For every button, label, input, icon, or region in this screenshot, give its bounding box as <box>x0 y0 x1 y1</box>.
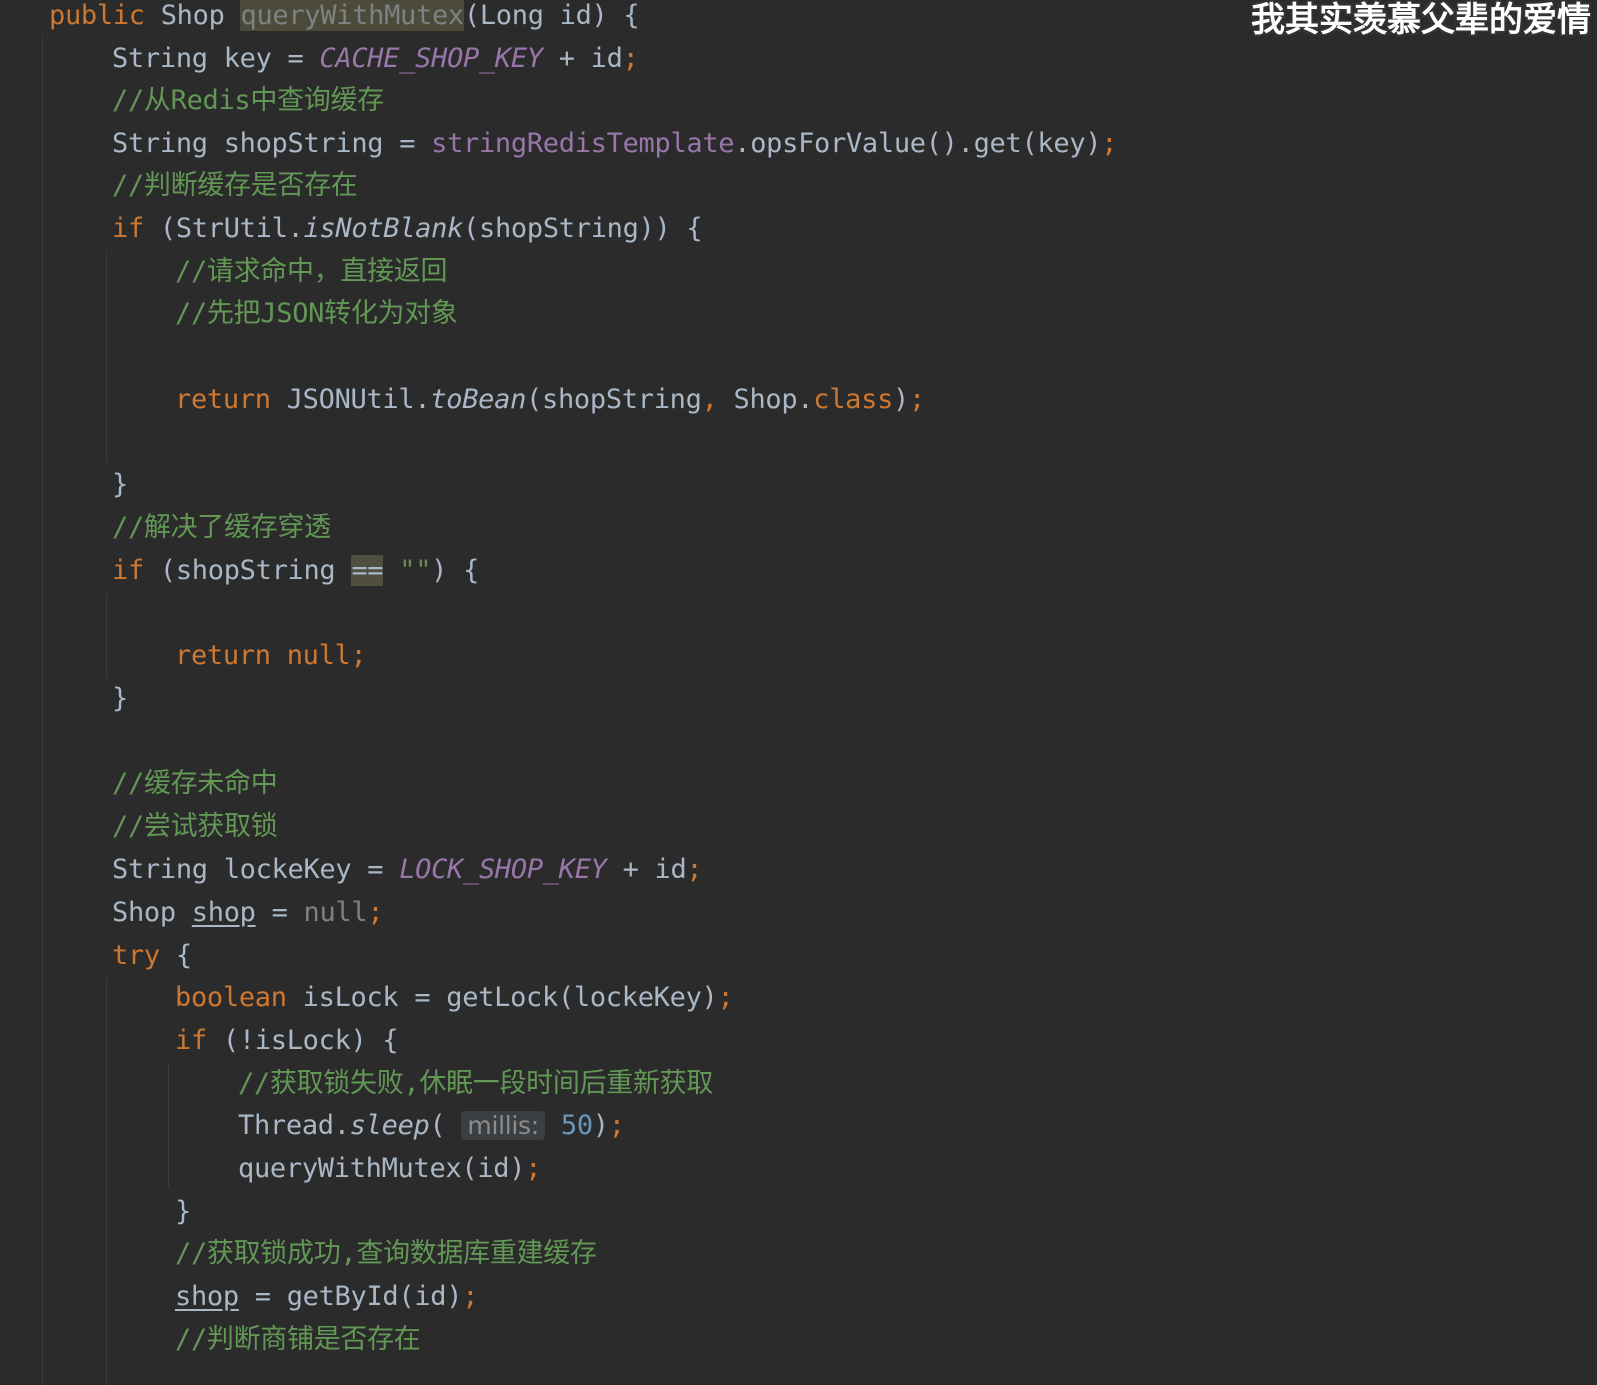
code-comment[interactable]: //解决了缓存穿透 <box>112 507 331 549</box>
caption-overlay: 我其实羡慕父辈的爱情 <box>1251 0 1591 40</box>
indent-guide <box>42 36 43 1385</box>
code-line[interactable]: Shop shop = null; <box>112 892 384 934</box>
code-line[interactable]: boolean isLock = getLock(lockeKey); <box>175 977 734 1019</box>
code-comment[interactable]: //获取锁失败,休眠一段时间后重新获取 <box>238 1063 713 1105</box>
parameter-hint: millis: <box>461 1111 545 1140</box>
code-line[interactable]: queryWithMutex(id); <box>238 1148 541 1190</box>
code-comment[interactable]: //判断缓存是否存在 <box>112 165 358 207</box>
indent-guide <box>106 252 107 462</box>
code-line[interactable]: shop = getById(id); <box>175 1276 478 1318</box>
code-comment[interactable]: //获取锁成功,查询数据库重建缓存 <box>175 1233 597 1275</box>
code-comment[interactable]: //请求命中，直接返回 <box>175 251 448 293</box>
code-line-return[interactable]: return null; <box>175 635 367 677</box>
code-line[interactable]: } <box>112 464 128 506</box>
code-line-return[interactable]: return JSONUtil.toBean(shopString, Shop.… <box>175 379 925 421</box>
code-line-method-signature[interactable]: public Shop queryWithMutex(Long id) { <box>49 0 640 37</box>
code-line[interactable]: String lockeKey = LOCK_SHOP_KEY + id; <box>112 849 703 891</box>
code-line[interactable]: if (!isLock) { <box>175 1020 399 1062</box>
code-line[interactable]: if (shopString == "") { <box>112 550 479 592</box>
code-comment[interactable]: //尝试获取锁 <box>112 806 278 848</box>
indent-guide <box>106 978 107 1385</box>
code-line[interactable]: Thread.sleep( millis: 50); <box>238 1105 625 1147</box>
indent-guide <box>168 1062 169 1188</box>
code-line[interactable]: String key = CACHE_SHOP_KEY + id; <box>112 38 639 80</box>
code-line[interactable]: if (StrUtil.isNotBlank(shopString)) { <box>112 208 703 250</box>
code-comment[interactable]: //先把JSON转化为对象 <box>175 293 458 335</box>
code-line[interactable]: } <box>112 678 128 720</box>
code-comment[interactable]: //缓存未命中 <box>112 763 278 805</box>
code-line[interactable]: } <box>175 1191 191 1233</box>
code-editor[interactable]: public Shop queryWithMutex(Long id) { St… <box>0 0 1597 1385</box>
code-comment[interactable]: //判断商铺是否存在 <box>175 1319 421 1361</box>
code-line[interactable]: try { <box>112 935 192 977</box>
code-line[interactable]: String shopString = stringRedisTemplate.… <box>112 123 1118 165</box>
code-comment[interactable]: //从Redis中查询缓存 <box>112 80 384 122</box>
indent-guide <box>106 594 107 678</box>
